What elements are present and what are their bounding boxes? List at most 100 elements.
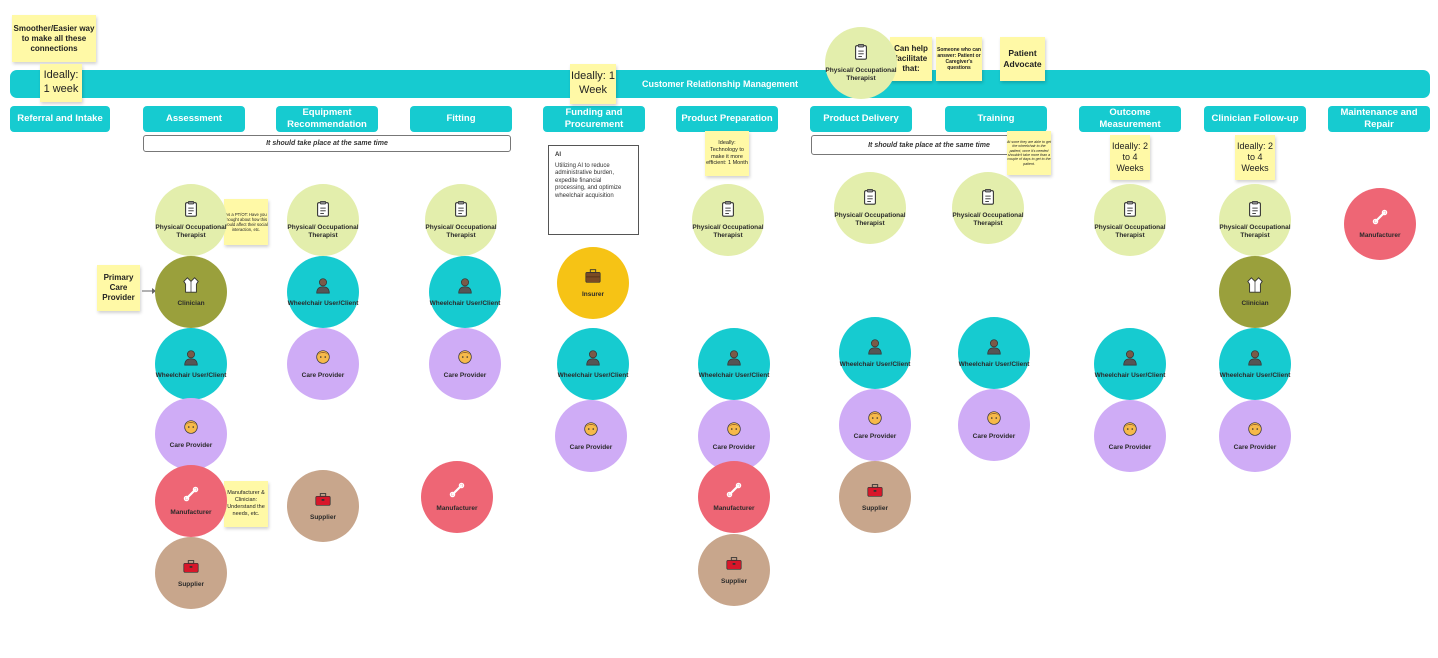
role-node-therapist[interactable]: Physical/ Occupational Therapist <box>155 184 227 256</box>
role-node-therapist[interactable]: Physical/ Occupational Therapist <box>1094 184 1166 256</box>
role-node-wheelchair-user[interactable]: Wheelchair User/Client <box>287 256 359 328</box>
sticky-note-ideally-1-week[interactable]: Ideally: 1 Week <box>570 64 616 104</box>
stage-clinician-follow-up[interactable]: Clinician Follow-up <box>1204 106 1306 132</box>
role-node-therapist[interactable]: Physical/ Occupational Therapist <box>825 27 897 99</box>
role-node-wheelchair-user[interactable]: Wheelchair User/Client <box>1219 328 1291 400</box>
role-label: Supplier <box>720 577 747 585</box>
stage-referral-intake[interactable]: Referral and Intake <box>10 106 110 132</box>
role-label: Manufacturer <box>713 504 755 512</box>
role-node-wheelchair-user[interactable]: Wheelchair User/Client <box>429 256 501 328</box>
ai-note-title: AI <box>555 152 561 158</box>
face-icon <box>584 422 598 436</box>
clipboard-icon <box>1124 200 1136 217</box>
role-node-care-provider[interactable]: Care Provider <box>555 400 627 472</box>
person-icon <box>1248 350 1262 366</box>
role-node-care-provider[interactable]: Care Provider <box>839 389 911 461</box>
role-node-care-provider[interactable]: Care Provider <box>958 389 1030 461</box>
crm-label: Customer Relationship Management <box>641 79 799 89</box>
stage-assessment[interactable]: Assessment <box>143 106 245 132</box>
role-label: Manufacturer <box>1359 231 1401 239</box>
role-node-wheelchair-user[interactable]: Wheelchair User/Client <box>839 317 911 389</box>
sticky-note-smoother[interactable]: Smoother/Easier way to make all these co… <box>12 15 96 62</box>
clipboard-icon <box>982 188 994 205</box>
role-node-care-provider[interactable]: Care Provider <box>287 328 359 400</box>
role-node-manufacturer[interactable]: Manufacturer <box>698 461 770 533</box>
role-label: Physical/ Occupational Therapist <box>952 211 1024 228</box>
role-node-clinician[interactable]: Clinician <box>1219 256 1291 328</box>
role-node-manufacturer[interactable]: Manufacturer <box>1344 188 1416 260</box>
role-label: Manufacturer <box>436 504 478 512</box>
stage-maintenance-repair[interactable]: Maintenance and Repair <box>1328 106 1430 132</box>
person-icon <box>458 278 472 294</box>
role-label: Physical/ Occupational Therapist <box>1219 223 1291 240</box>
stage-product-preparation[interactable]: Product Preparation <box>676 106 778 132</box>
stage-funding-procurement[interactable]: Funding and Procurement <box>543 106 645 132</box>
role-node-insurer[interactable]: Insurer <box>557 247 629 319</box>
role-node-therapist[interactable]: Physical/ Occupational Therapist <box>1219 184 1291 256</box>
sticky-note-primary-care[interactable]: Primary Care Provider <box>97 265 140 311</box>
wrench-icon <box>183 486 199 501</box>
role-node-therapist[interactable]: Physical/ Occupational Therapist <box>287 184 359 256</box>
same-time-bar[interactable]: It should take place at the same time <box>143 135 511 152</box>
stage-training[interactable]: Training <box>945 106 1047 132</box>
crm-band[interactable]: Customer Relationship Management <box>10 70 1430 98</box>
role-label: Care Provider <box>169 441 213 449</box>
briefcase-icon <box>585 269 601 283</box>
role-node-therapist[interactable]: Physical/ Occupational Therapist <box>952 172 1024 244</box>
stage-fitting[interactable]: Fitting <box>410 106 512 132</box>
role-label: Physical/ Occupational Therapist <box>1094 223 1166 240</box>
wrench-icon <box>1372 209 1388 224</box>
sticky-note-patient-advocate[interactable]: Patient Advocate <box>1000 37 1045 81</box>
role-node-wheelchair-user[interactable]: Wheelchair User/Client <box>1094 328 1166 400</box>
sticky-note-outcome-weeks[interactable]: Ideally: 2 to 4 Weeks <box>1110 135 1150 180</box>
face-icon <box>458 350 472 364</box>
role-label: Wheelchair User/Client <box>557 371 629 379</box>
stage-product-delivery[interactable]: Product Delivery <box>810 106 912 132</box>
role-node-care-provider[interactable]: Care Provider <box>1094 400 1166 472</box>
role-node-therapist[interactable]: Physical/ Occupational Therapist <box>692 184 764 256</box>
role-node-clinician[interactable]: Clinician <box>155 256 227 328</box>
ai-note-text: Utilizing AI to reduce administrative bu… <box>555 162 622 199</box>
role-label: Physical/ Occupational Therapist <box>692 223 764 240</box>
role-label: Manufacturer <box>170 508 212 516</box>
role-label: Care Provider <box>1108 443 1152 451</box>
face-icon <box>1248 422 1262 436</box>
role-node-therapist[interactable]: Physical/ Occupational Therapist <box>834 172 906 244</box>
sticky-note-followup-weeks[interactable]: Ideally: 2 to 4 Weeks <box>1235 135 1275 180</box>
ai-note-box[interactable]: AI Utilizing AI to reduce administrative… <box>548 145 639 235</box>
role-node-wheelchair-user[interactable]: Wheelchair User/Client <box>958 317 1030 389</box>
role-node-supplier[interactable]: Supplier <box>839 461 911 533</box>
role-node-wheelchair-user[interactable]: Wheelchair User/Client <box>698 328 770 400</box>
role-node-care-provider[interactable]: Care Provider <box>429 328 501 400</box>
sticky-note-training[interactable]: At sone they are able to get the wheelch… <box>1007 131 1051 175</box>
role-node-care-provider[interactable]: Care Provider <box>1219 400 1291 472</box>
sticky-note-manufacturer-clinician[interactable]: Manufacturer & Clinician: Understand the… <box>224 481 268 527</box>
person-icon <box>868 339 882 355</box>
clipboard-icon <box>855 43 867 60</box>
sticky-note-ideally-1-week[interactable]: Ideally: 1 week <box>40 64 82 102</box>
role-label: Supplier <box>309 513 336 521</box>
sticky-note-someone[interactable]: Someone who can answer: Patient or Careg… <box>936 37 982 81</box>
role-node-care-provider[interactable]: Care Provider <box>155 398 227 470</box>
role-node-manufacturer[interactable]: Manufacturer <box>155 465 227 537</box>
role-node-supplier[interactable]: Supplier <box>287 470 359 542</box>
role-label: Physical/ Occupational Therapist <box>834 211 906 228</box>
role-node-manufacturer[interactable]: Manufacturer <box>421 461 493 533</box>
clipboard-icon <box>455 200 467 217</box>
stage-outcome-measurement[interactable]: Outcome Measurement <box>1079 106 1181 132</box>
role-node-wheelchair-user[interactable]: Wheelchair User/Client <box>155 328 227 400</box>
sticky-note-pt-ot[interactable]: As a PT/OT: Have you thought about how t… <box>224 199 268 245</box>
clipboard-icon <box>185 200 197 217</box>
wrench-icon <box>726 482 742 497</box>
sticky-note-technology[interactable]: Ideally: Technology to make it more effi… <box>705 131 749 176</box>
person-icon <box>184 350 198 366</box>
clipboard-icon <box>864 188 876 205</box>
role-node-supplier[interactable]: Supplier <box>698 534 770 606</box>
whiteboard-canvas: Customer Relationship Management Referra… <box>0 0 1438 658</box>
lab-coat-icon <box>1247 276 1263 293</box>
role-node-supplier[interactable]: Supplier <box>155 537 227 609</box>
stage-equipment-recommendation[interactable]: Equipment Recommendation <box>276 106 378 132</box>
role-node-wheelchair-user[interactable]: Wheelchair User/Client <box>557 328 629 400</box>
role-label: Care Provider <box>569 443 613 451</box>
role-node-therapist[interactable]: Physical/ Occupational Therapist <box>425 184 497 256</box>
